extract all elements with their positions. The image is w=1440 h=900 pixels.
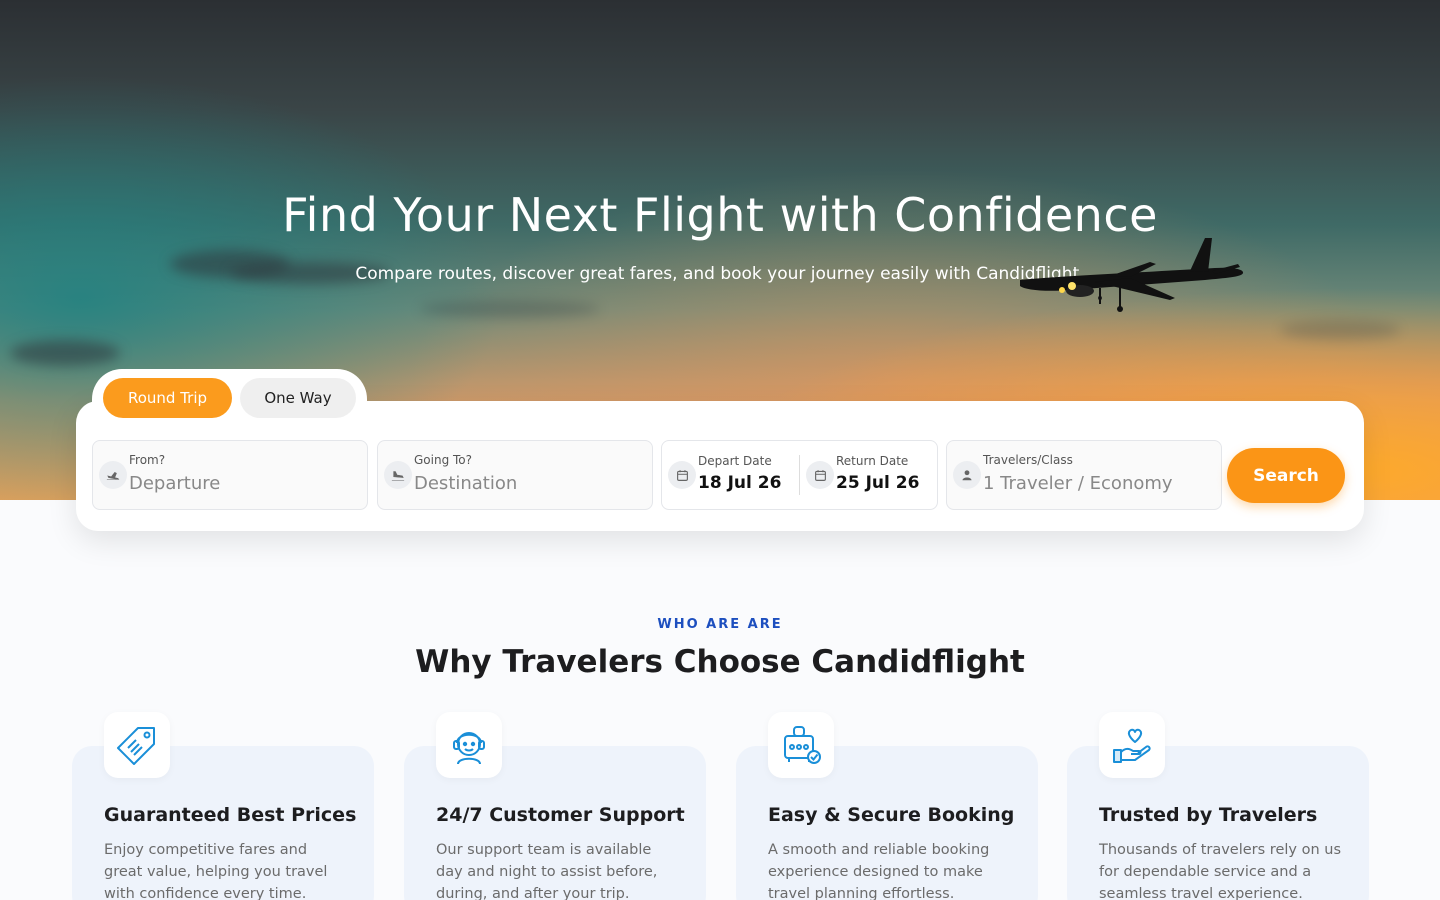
feature-title: Trusted by Travelers <box>1099 804 1318 826</box>
feature-description: A smooth and reliable booking experience… <box>768 842 990 900</box>
trip-type-tabs: Round Trip One Way <box>92 369 367 427</box>
return-date-label: Return Date <box>836 454 909 468</box>
feature-description: Our support team is available day and ni… <box>436 842 658 900</box>
cloud <box>10 340 120 366</box>
travelers-label: Travelers/Class <box>983 453 1073 467</box>
depart-date-label: Depart Date <box>698 454 772 468</box>
support-agent-icon <box>436 712 502 778</box>
search-button[interactable]: Search <box>1227 448 1345 503</box>
airplane-silhouette-icon <box>1020 238 1244 312</box>
depart-date-picker[interactable]: Depart Date 18 Jul 26 <box>662 441 799 509</box>
one-way-tab[interactable]: One Way <box>240 378 356 418</box>
round-trip-tab[interactable]: Round Trip <box>103 378 232 418</box>
section-eyebrow: WHO ARE ARE <box>657 617 783 632</box>
feature-card: Trusted by Travelers Thousands of travel… <box>1067 712 1369 900</box>
travelers-value: 1 Traveler / Economy <box>983 473 1173 494</box>
price-tag-icon <box>104 712 170 778</box>
section-title: Why Travelers Choose Candidflight <box>415 644 1025 680</box>
plane-takeoff-icon <box>99 461 127 489</box>
feature-title: 24/7 Customer Support <box>436 804 685 826</box>
calendar-icon <box>806 461 834 489</box>
feature-description: Thousands of travelers rely on us for de… <box>1099 842 1341 900</box>
dates-field: Depart Date 18 Jul 26 Return Date 25 Jul… <box>661 440 938 510</box>
to-label: Going To? <box>414 453 473 467</box>
cloud <box>420 300 600 318</box>
from-input[interactable]: Departure <box>129 473 220 494</box>
to-field[interactable]: Going To? Destination <box>377 440 653 510</box>
feature-description: Enjoy competitive fares and great value,… <box>104 842 328 900</box>
to-input[interactable]: Destination <box>414 473 517 494</box>
feature-title: Guaranteed Best Prices <box>104 804 357 826</box>
return-date-picker[interactable]: Return Date 25 Jul 26 <box>800 441 938 509</box>
feature-title: Easy & Secure Booking <box>768 804 1015 826</box>
plane-landing-icon <box>384 461 412 489</box>
feature-card: 24/7 Customer Support Our support team i… <box>404 712 706 900</box>
feature-card: Easy & Secure Booking A smooth and relia… <box>736 712 1038 900</box>
feature-card: Guaranteed Best Prices Enjoy competitive… <box>72 712 374 900</box>
return-date-value: 25 Jul 26 <box>836 473 920 493</box>
heart-hand-icon <box>1099 712 1165 778</box>
depart-date-value: 18 Jul 26 <box>698 473 782 493</box>
calendar-icon <box>668 461 696 489</box>
user-icon <box>953 461 981 489</box>
from-label: From? <box>129 453 166 467</box>
secure-luggage-icon <box>768 712 834 778</box>
cloud <box>1280 320 1400 340</box>
travelers-field[interactable]: Travelers/Class 1 Traveler / Economy <box>946 440 1222 510</box>
from-field[interactable]: From? Departure <box>92 440 368 510</box>
